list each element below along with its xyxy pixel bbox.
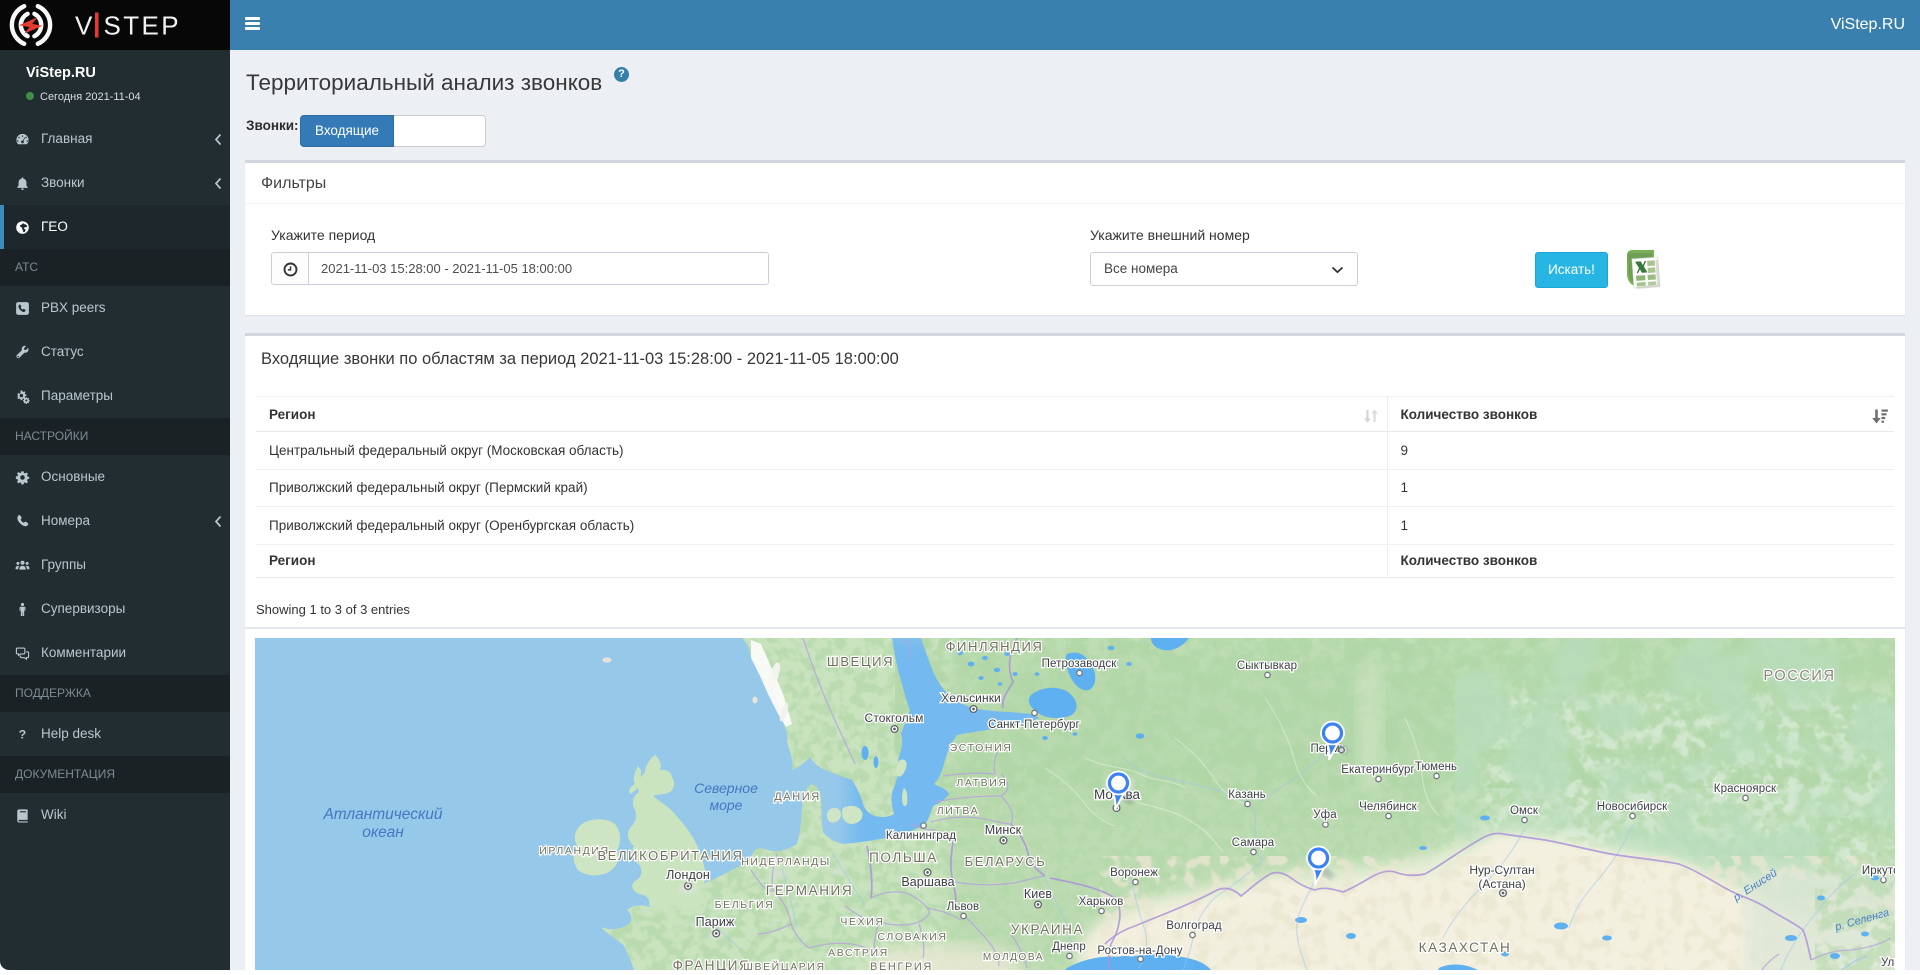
svg-text:Воронеж: Воронеж [1110,867,1158,879]
svg-text:ФРАНЦИЯ: ФРАНЦИЯ [673,958,751,970]
svg-text:МОЛДОВА: МОЛДОВА [983,952,1044,963]
svg-text:Киев: Киев [1024,887,1053,901]
svg-text:ШВЕЙЦАРИЯ: ШВЕЙЦАРИЯ [743,960,825,970]
svg-text:ВЕЛИКОБРИТАНИЯ: ВЕЛИКОБРИТАНИЯ [597,848,743,863]
svg-text:КАЗАХСТАН: КАЗАХСТАН [1419,940,1512,955]
svg-text:море: море [710,797,743,813]
svg-text:Тюмень: Тюмень [1415,761,1457,773]
svg-text:Омск: Омск [1510,805,1539,817]
svg-text:Казань: Казань [1228,789,1266,801]
svg-text:ЭСТОНИЯ: ЭСТОНИЯ [950,742,1013,754]
svg-text:Минск: Минск [985,823,1022,837]
svg-text:STEP: STEP [104,11,182,41]
svg-text:СЛОВАКИЯ: СЛОВАКИЯ [878,931,948,943]
svg-text:Новосибирск: Новосибирск [1597,801,1668,813]
svg-text:Челябинск: Челябинск [1359,801,1418,813]
svg-text:Калининград: Калининград [886,830,956,842]
svg-text:Париж: Париж [696,915,735,929]
svg-text:Ула: Ула [1881,957,1895,969]
svg-text:УКРАИНА: УКРАИНА [1011,922,1084,937]
svg-text:Иркутск: Иркутск [1862,865,1895,877]
svg-text:ДАНИЯ: ДАНИЯ [774,791,821,803]
svg-text:РОССИЯ: РОССИЯ [1763,668,1835,684]
svg-text:ЛАТВИЯ: ЛАТВИЯ [956,777,1007,789]
svg-text:Нур-Султан: Нур-Султан [1469,863,1534,877]
svg-text:ВЕНГРИЯ: ВЕНГРИЯ [870,961,933,970]
svg-text:Атлантический: Атлантический [322,806,442,823]
svg-text:Сыктывкар: Сыктывкар [1237,660,1297,672]
svg-text:V: V [75,11,95,41]
svg-text:Ростов-на-Дону: Ростов-на-Дону [1097,945,1182,957]
svg-text:(Астана): (Астана) [1478,877,1525,891]
svg-text:?: ? [19,727,26,741]
svg-text:Хельсинки: Хельсинки [941,691,1001,705]
svg-text:Днепр: Днепр [1052,941,1086,953]
svg-text:ШВЕЦИЯ: ШВЕЦИЯ [827,654,894,669]
svg-text:АВСТРИЯ: АВСТРИЯ [828,947,889,959]
svg-text:ФИНЛЯНДИЯ: ФИНЛЯНДИЯ [946,639,1044,654]
svg-text:Северное: Северное [694,780,758,796]
svg-text:Самара: Самара [1232,837,1275,849]
svg-text:ЛИТВА: ЛИТВА [937,805,980,817]
svg-text:Екатеринбург: Екатеринбург [1341,764,1415,776]
svg-text:Волгоград: Волгоград [1166,920,1222,932]
svg-text:ПОЛЬША: ПОЛЬША [869,850,938,865]
svg-text:БЕЛАРУСЬ: БЕЛАРУСЬ [965,854,1047,869]
svg-text:Санкт-Петербург: Санкт-Петербург [988,719,1080,731]
svg-text:ЧЕХИЯ: ЧЕХИЯ [840,916,884,928]
svg-text:ГЕРМАНИЯ: ГЕРМАНИЯ [766,883,853,898]
svg-text:Красноярск: Красноярск [1714,783,1777,795]
svg-text:Лондон: Лондон [666,868,710,882]
svg-text:Харьков: Харьков [1079,896,1124,908]
svg-text:БЕЛЬГИЯ: БЕЛЬГИЯ [715,899,775,911]
svg-text:Львов: Львов [947,901,980,913]
svg-text:океан: океан [362,824,404,841]
svg-text:Варшава: Варшава [901,875,954,889]
svg-text:НИДЕРЛАНДЫ: НИДЕРЛАНДЫ [741,856,831,868]
svg-text:Уфа: Уфа [1313,809,1337,821]
svg-text:Петрозаводск: Петрозаводск [1042,658,1118,670]
svg-text:Стокгольм: Стокгольм [865,711,924,725]
